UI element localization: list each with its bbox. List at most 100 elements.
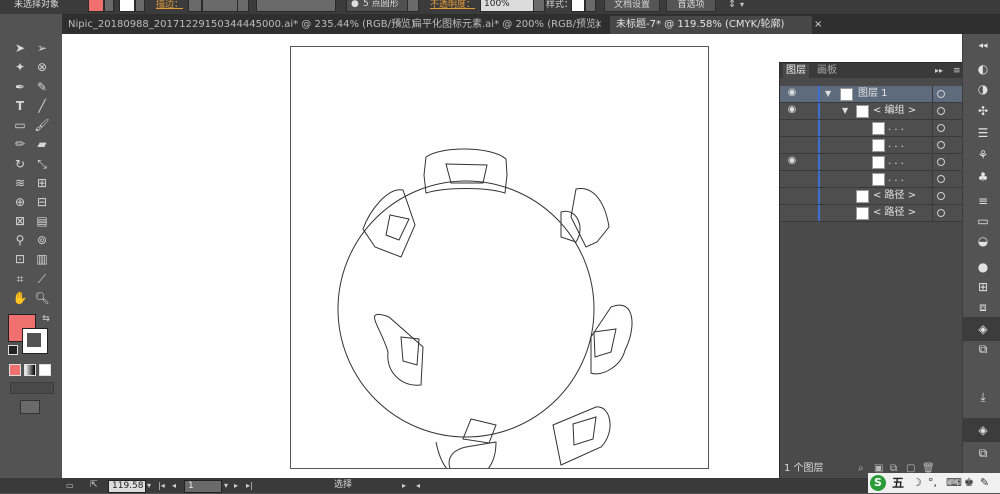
visibility-eye-icon[interactable]: ◉ [786, 87, 798, 98]
blend-icon[interactable]: ⊚ [34, 233, 50, 247]
status-next-icon[interactable]: ▸ [402, 478, 406, 493]
tab-close-icon[interactable]: × [594, 16, 602, 34]
scale-icon[interactable]: ⤡ [34, 157, 50, 171]
stroke-weight-stepper[interactable] [188, 0, 202, 12]
stroke-swatch[interactable] [119, 0, 135, 12]
artboard-nav-icon[interactable]: ⇱ [90, 478, 98, 493]
ime-toolbar[interactable]: S 五 ☽ °, ⌨ ♚ ✎ [868, 473, 1000, 493]
symbol-sprayer-icon[interactable]: ⊡ [12, 252, 28, 266]
layers-dock-button[interactable]: ◈ [963, 317, 1000, 341]
target-circle-icon[interactable] [937, 124, 945, 132]
stroke-dropdown[interactable] [135, 0, 145, 12]
arrange-icon[interactable]: ⇕ [728, 0, 736, 10]
gradient-mode-icon[interactable] [24, 364, 36, 376]
layers-dock-button-2[interactable]: ◈ [963, 418, 1000, 442]
brushes-icon[interactable]: ☰ [976, 126, 990, 140]
punctuation-icon[interactable]: °, [928, 474, 937, 492]
status-prev-icon[interactable]: ◂ [416, 478, 420, 493]
appearance-icon[interactable]: ● [976, 260, 990, 274]
column-graph-icon[interactable]: ▥ [34, 252, 50, 266]
layer-row[interactable]: < 路径 > [780, 205, 965, 222]
doc-setup-button[interactable]: 文档设置 [604, 0, 660, 12]
visibility-eye-icon[interactable]: ◉ [786, 155, 798, 166]
color-guide-icon[interactable]: ◑ [976, 82, 990, 96]
stroke-weight-field[interactable] [202, 0, 238, 12]
opacity-dropdown[interactable] [533, 0, 545, 12]
curvature-icon[interactable]: ✎ [34, 80, 50, 94]
pen-icon[interactable]: ✒ [12, 80, 28, 94]
perspective-grid-icon[interactable]: ⊟ [34, 195, 50, 209]
artboard-number-field[interactable]: 1 [184, 480, 222, 493]
symbols-icon[interactable]: ⚘ [976, 148, 990, 162]
paintbrush-icon[interactable]: 🖌 [34, 118, 50, 132]
tools-icon[interactable]: ✎ [980, 474, 989, 492]
layer-row[interactable]: ◉ . . . [780, 154, 965, 171]
dock-collapse-icon[interactable]: ◂◂ [976, 39, 990, 53]
prev-artboard-icon[interactable]: ◂ [172, 478, 176, 493]
graphic-style-swatch[interactable] [571, 0, 585, 12]
draw-mode-icon[interactable] [10, 382, 54, 394]
status-menu-icon[interactable]: ▭ [66, 478, 74, 493]
fill-swatch[interactable] [88, 0, 104, 12]
layer-row[interactable]: < 路径 > [780, 188, 965, 205]
layer-row[interactable]: ◉ ▼ 图层 1 [780, 86, 965, 103]
expand-triangle-icon[interactable]: ▼ [825, 86, 831, 102]
artboard[interactable] [290, 46, 709, 481]
panel-collapse-icon[interactable]: ▸▸ [932, 64, 946, 78]
type-icon[interactable]: T [12, 99, 28, 113]
target-circle-icon[interactable] [937, 141, 945, 149]
keyboard-icon[interactable]: ⌨ [946, 474, 962, 492]
opacity-label[interactable]: 不透明度： [430, 0, 475, 10]
layer-row[interactable]: . . . [780, 171, 965, 188]
graphic-styles-icon[interactable]: ♣ [976, 170, 990, 184]
variable-width-profile[interactable] [256, 0, 336, 12]
tab-artboards[interactable]: 画板 [814, 64, 840, 78]
fill-dropdown[interactable] [104, 0, 114, 12]
stroke-label[interactable]: 描边： [156, 0, 183, 10]
graphic-style-dropdown[interactable] [585, 0, 596, 12]
visibility-eye-icon[interactable]: ◉ [786, 104, 798, 115]
layer-row[interactable]: ◉ ▼ < 编组 > [780, 103, 965, 120]
ime-mode[interactable]: 五 [892, 474, 904, 492]
artboard-dropdown-icon[interactable]: ▾ [224, 478, 228, 493]
shape-builder-icon[interactable]: ⊕ [12, 195, 28, 209]
links-panel-icon[interactable]: ⧉ [976, 446, 990, 460]
magic-wand-icon[interactable]: ✦ [12, 60, 28, 74]
rotate-icon[interactable]: ↻ [12, 157, 28, 171]
swap-colors-icon[interactable]: ⇆ [38, 312, 54, 326]
opacity-field[interactable]: 100% [480, 0, 534, 12]
width-tool-icon[interactable]: ≋ [12, 176, 28, 190]
mesh-icon[interactable]: ⊠ [12, 214, 28, 228]
tab-flat-icons[interactable]: 扁平化图标元素.ai* @ 200% (RGB/预览) [412, 16, 600, 34]
none-mode-icon[interactable] [39, 364, 51, 376]
tab-layers[interactable]: 图层 [783, 64, 809, 78]
slice-icon[interactable]: ⟋ [34, 272, 50, 286]
target-circle-icon[interactable] [937, 158, 945, 166]
direct-selection-icon[interactable]: ➢ [34, 41, 50, 55]
hand-icon[interactable]: ✋ [12, 291, 28, 305]
color-mode-icon[interactable] [9, 364, 21, 376]
artboard-icon[interactable]: ⌗ [12, 272, 28, 286]
stroke-color-swatch[interactable] [22, 328, 48, 354]
eraser-icon[interactable]: ▰ [34, 137, 50, 151]
eyedropper-icon[interactable]: ⚲ [12, 233, 28, 247]
locate-object-icon[interactable]: ⌕ [858, 463, 864, 475]
pencil-icon[interactable]: ✏ [12, 137, 28, 151]
expand-triangle-icon[interactable]: ▼ [842, 103, 848, 119]
tab-close-icon[interactable]: × [395, 16, 403, 34]
artboards-panel-icon[interactable]: ⧉ [976, 342, 990, 356]
lasso-icon[interactable]: ⊗ [34, 60, 50, 74]
layer-row[interactable]: . . . [780, 137, 965, 154]
target-circle-icon[interactable] [937, 107, 945, 115]
free-transform-icon[interactable]: ⊞ [34, 176, 50, 190]
zoom-field[interactable]: 119.58 [108, 480, 146, 493]
target-circle-icon[interactable] [937, 192, 945, 200]
export-icon[interactable]: ⤓ [976, 390, 990, 404]
tab-untitled-7[interactable]: 未标题-7* @ 119.58% (CMYK/轮廓) [610, 16, 812, 34]
swatches-icon[interactable]: ✣ [976, 104, 990, 118]
target-circle-icon[interactable] [937, 175, 945, 183]
selection-arrow-icon[interactable]: ➤ [12, 41, 28, 55]
brush-definition[interactable]: ● 5 点圆形 [346, 0, 408, 12]
target-circle-icon[interactable] [937, 90, 945, 98]
stroke-weight-dropdown[interactable] [237, 0, 249, 12]
